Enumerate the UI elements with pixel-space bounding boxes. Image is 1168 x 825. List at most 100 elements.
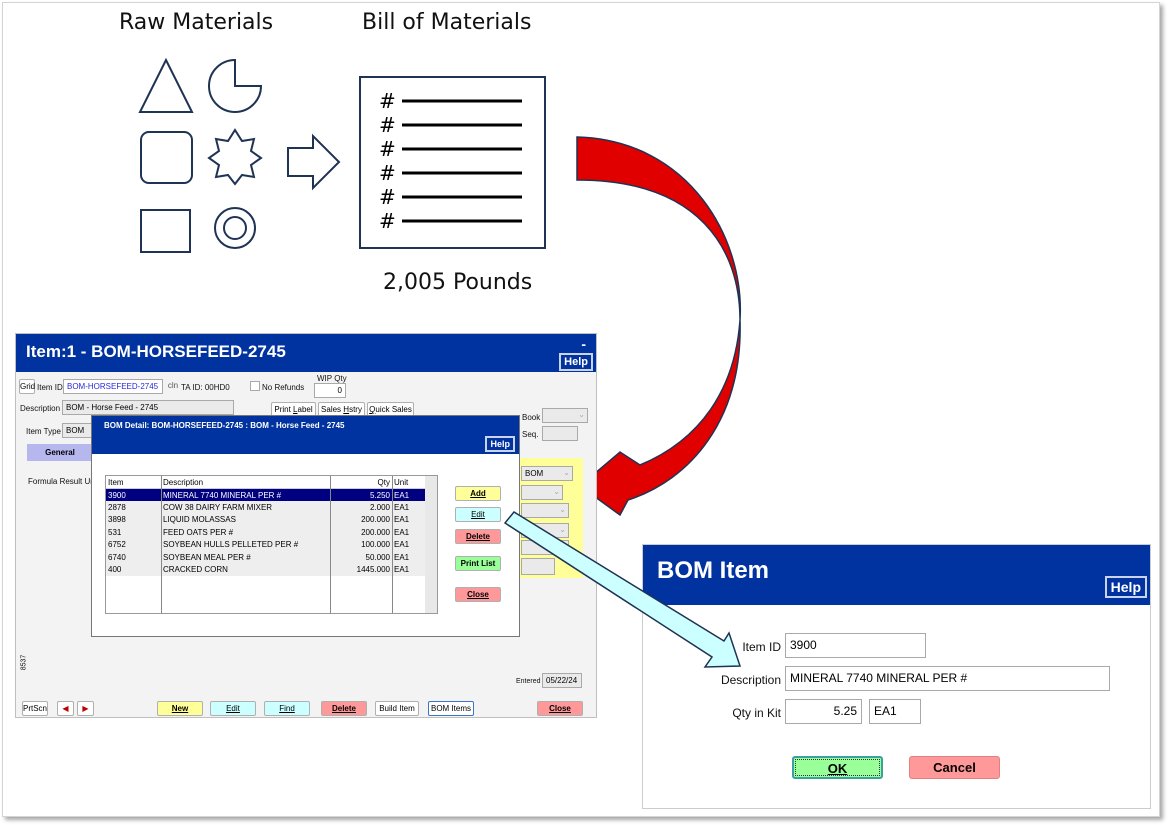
- cancel-button[interactable]: Cancel: [909, 756, 1000, 779]
- column-header-unit[interactable]: Unit: [392, 476, 426, 489]
- bom-row-description: SOYBEAN MEAL PER #: [161, 551, 330, 564]
- bom-row-item: 6752: [106, 538, 161, 551]
- total-weight-label: 2,005 Pounds: [383, 270, 533, 295]
- bom-row-description: CRACKED CORN: [161, 563, 330, 576]
- print-list-button[interactable]: Print List: [455, 556, 501, 571]
- prtscn-button[interactable]: PrtScn: [22, 701, 48, 716]
- item-window-titlebar: Item:1 - BOM-HORSEFEED-2745 - Help: [16, 334, 596, 372]
- dlg-item-id-label: Item ID: [742, 640, 781, 654]
- bom-row-qty: 200.000: [330, 513, 392, 526]
- bom-row[interactable]: 6740 SOYBEAN MEAL PER #50.000 EA1: [106, 551, 426, 564]
- bom-row-unit: EA1: [392, 563, 426, 576]
- bom-item-help-button[interactable]: Help: [1104, 576, 1147, 598]
- previous-record-button[interactable]: ◀: [57, 701, 74, 716]
- bom-row-item: 6740: [106, 551, 161, 564]
- dlg-description-label: Description: [720, 673, 781, 687]
- dlg-qty-label: Qty in Kit: [732, 706, 781, 720]
- wip-qty-input[interactable]: 0: [314, 383, 346, 398]
- item-type-input[interactable]: BOM: [62, 423, 92, 438]
- minimize-button[interactable]: -: [581, 336, 586, 352]
- bom-detail-titlebar: BOM Detail: BOM-HORSEFEED-2745 : BOM - H…: [92, 416, 519, 454]
- edit-button-label: Edit: [226, 704, 240, 713]
- new-button[interactable]: New: [157, 701, 203, 716]
- bom-row[interactable]: 400 CRACKED CORN 1445.000 EA1: [106, 563, 426, 576]
- no-refunds-label: No Refunds: [262, 383, 305, 392]
- item-type-label: Item Type: [26, 427, 61, 436]
- bom-row-unit: EA1: [392, 538, 426, 551]
- bom-delete-button-label: Delete: [465, 532, 490, 541]
- add-button-label: Add: [470, 489, 486, 498]
- find-button[interactable]: Find: [264, 701, 310, 716]
- column-header-item[interactable]: Item: [106, 476, 161, 489]
- bom-row-item: 2878: [106, 501, 161, 514]
- bom-row[interactable]: 6752 SOYBEAN HULLS PELLETED PER #100.000 E…: [106, 538, 426, 551]
- no-refunds-checkbox[interactable]: [250, 381, 260, 391]
- clean-button[interactable]: cln: [166, 379, 180, 394]
- new-button-label: New: [171, 704, 189, 713]
- bom-item-dialog: BOM Item Help Item ID 3900 Description M…: [642, 544, 1151, 809]
- item-id-input[interactable]: BOM-HORSEFEED-2745: [63, 379, 163, 394]
- bom-row-qty: 100.000: [330, 538, 392, 551]
- bom-row[interactable]: 531 FEED OATS PER #200.000 EA1: [106, 526, 426, 539]
- ok-button[interactable]: OK: [792, 756, 883, 779]
- column-header-qty[interactable]: Qty: [330, 476, 392, 489]
- close-button[interactable]: Close: [537, 701, 583, 716]
- delete-button[interactable]: Delete: [321, 701, 367, 716]
- side-select-2[interactable]: ⌄: [521, 485, 563, 500]
- help-button[interactable]: Help: [559, 353, 593, 371]
- bom-row-unit: EA1: [392, 526, 426, 539]
- bom-detail-help-button[interactable]: Help: [485, 436, 515, 452]
- side-select-1-value: BOM: [525, 469, 544, 478]
- bom-row-qty: 1445.000: [330, 563, 392, 576]
- item-id-label: Item ID: [37, 383, 63, 392]
- column-header-description[interactable]: Description: [161, 476, 330, 489]
- next-record-button[interactable]: ▶: [77, 701, 94, 716]
- bom-row-unit: EA1: [392, 501, 426, 514]
- side-select-4[interactable]: ⌄: [521, 523, 569, 538]
- cancel-button-label: Cancel: [933, 760, 976, 775]
- bom-row-unit: EA1: [392, 551, 426, 564]
- dlg-unit-input[interactable]: EA1: [869, 699, 921, 724]
- bom-edit-button-label: Edit: [471, 510, 485, 519]
- bom-row-description: MINERAL 7740 MINERAL PER #: [161, 488, 330, 501]
- bom-delete-button[interactable]: Delete: [455, 529, 501, 544]
- bom-title: Bill of Materials: [362, 10, 532, 35]
- close-button-label: Close: [549, 704, 571, 713]
- bom-row[interactable]: 2878 COW 38 DAIRY FARM MIXER 2.000 EA1: [106, 501, 426, 514]
- bom-row-qty: 2.000: [330, 501, 392, 514]
- bom-row-item: 531: [106, 526, 161, 539]
- bom-item-titlebar: BOM Item Help: [643, 545, 1150, 605]
- item-window-title: Item:1 - BOM-HORSEFEED-2745: [26, 342, 286, 361]
- description-input[interactable]: BOM - Horse Feed - 2745: [62, 400, 234, 415]
- bom-row[interactable]: 3898 LIQUID MOLASSAS 200.000 EA1: [106, 513, 426, 526]
- bom-edit-button[interactable]: Edit: [455, 507, 501, 522]
- side-select-1[interactable]: BOM ⌄: [521, 466, 573, 481]
- dlg-item-id-input[interactable]: 3900: [785, 633, 926, 658]
- formula-result-label: Formula Result Un: [28, 477, 95, 486]
- grid-button[interactable]: Grid: [19, 379, 35, 394]
- side-input-1[interactable]: [521, 540, 569, 555]
- side-select-3[interactable]: ⌄: [521, 503, 569, 518]
- build-item-button[interactable]: Build Item: [375, 701, 419, 716]
- bom-row[interactable]: 3900 MINERAL 7740 MINERAL PER #5.250 EA1: [106, 488, 426, 501]
- bom-close-button[interactable]: Close: [455, 587, 501, 602]
- side-input-2[interactable]: [521, 558, 555, 575]
- seq-label: Seq.: [522, 430, 539, 439]
- bom-row-description: LIQUID MOLASSAS: [161, 513, 330, 526]
- add-button[interactable]: Add: [455, 486, 501, 501]
- bom-item-title: BOM Item: [657, 557, 770, 584]
- book-select[interactable]: ⌄: [542, 408, 588, 423]
- dlg-description-input[interactable]: MINERAL 7740 MINERAL PER #: [785, 666, 1110, 691]
- bom-row-item: 3898: [106, 513, 161, 526]
- grid-scrollbar[interactable]: [425, 476, 437, 613]
- wip-qty-label: WIP Qty: [317, 374, 347, 383]
- description-label: Description: [20, 404, 61, 413]
- seq-input[interactable]: [542, 426, 578, 441]
- dlg-qty-input[interactable]: 5.25: [785, 699, 862, 724]
- bom-row-unit: EA1: [392, 488, 426, 501]
- raw-materials-title: Raw Materials: [119, 10, 274, 35]
- edit-button[interactable]: Edit: [210, 701, 256, 716]
- bom-items-button[interactable]: BOM Items: [428, 701, 474, 716]
- delete-button-label: Delete: [331, 704, 356, 713]
- tab-general[interactable]: General: [27, 444, 93, 461]
